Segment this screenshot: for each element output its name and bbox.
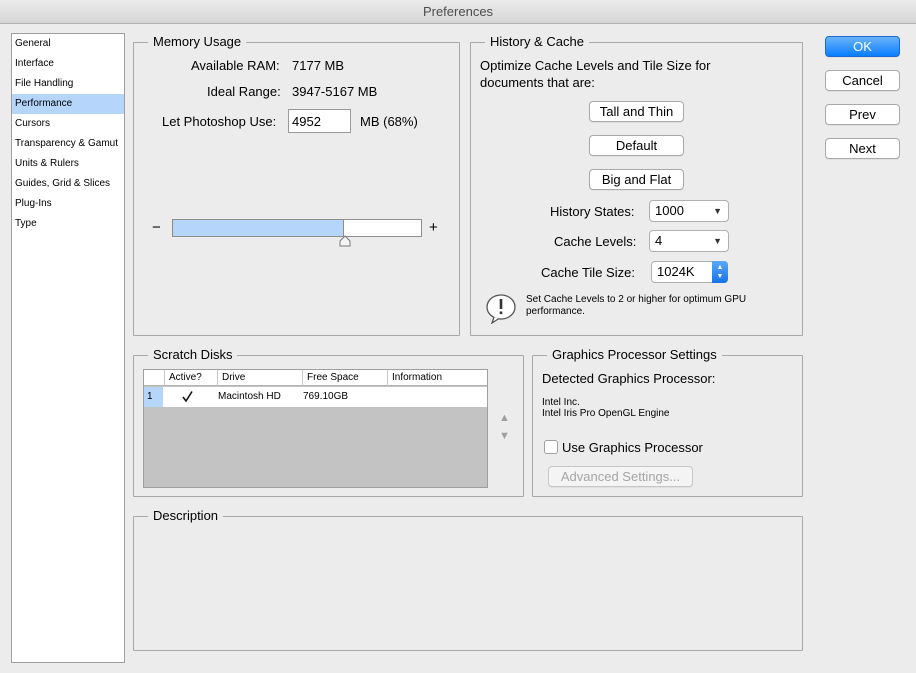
checkmark-icon [182, 391, 193, 403]
sidebar-item-file-handling[interactable]: File Handling [12, 74, 124, 94]
memory-amount-input[interactable] [288, 109, 351, 133]
column-header-drive[interactable]: Drive [217, 370, 302, 386]
minus-icon[interactable]: − [152, 219, 161, 236]
available-ram-label: Available RAM: [191, 58, 280, 73]
gpu-note-line2: performance. [526, 306, 585, 317]
big-and-flat-button[interactable]: Big and Flat [589, 169, 684, 190]
free-space: 769.10GB [303, 391, 349, 402]
gpu-note-line1: Set Cache Levels to 2 or higher for opti… [526, 294, 747, 305]
gpu-renderer: Intel Iris Pro OpenGL Engine [542, 408, 670, 419]
memory-percent-label: MB (68%) [360, 114, 418, 129]
move-up-icon[interactable]: ▲ [499, 412, 510, 424]
description-title: Description [148, 508, 224, 524]
next-button[interactable]: Next [825, 138, 900, 159]
history-cache-title: History & Cache [485, 34, 589, 50]
memory-slider-thumb[interactable] [339, 235, 351, 247]
plus-icon[interactable]: + [429, 219, 438, 236]
use-gpu-checkbox[interactable] [544, 440, 558, 454]
memory-usage-title: Memory Usage [148, 34, 247, 50]
column-header-free-space[interactable]: Free Space [302, 370, 387, 386]
scratch-disks-table[interactable]: Active? Drive Free Space Information 1 M… [143, 369, 488, 488]
history-states-combo[interactable]: 1000 ▼ [649, 200, 729, 222]
table-row[interactable]: 1 Macintosh HD 769.10GB [144, 387, 487, 407]
column-header-active[interactable]: Active? [164, 370, 217, 386]
tall-and-thin-button[interactable]: Tall and Thin [589, 101, 684, 122]
prev-button[interactable]: Prev [825, 104, 900, 125]
active-checkbox[interactable] [181, 390, 194, 403]
window-title: Preferences [422, 4, 494, 19]
ideal-range-value: 3947-5167 MB [292, 84, 378, 99]
gpu-settings-title: Graphics Processor Settings [547, 347, 722, 363]
advanced-settings-button[interactable]: Advanced Settings... [548, 466, 693, 487]
column-header-information[interactable]: Information [387, 370, 472, 386]
scratch-disks-title: Scratch Disks [148, 347, 238, 363]
sidebar-item-performance[interactable]: Performance [12, 94, 124, 114]
chevron-down-icon: ▼ [713, 236, 722, 246]
sidebar-item-guides-grid-slices[interactable]: Guides, Grid & Slices [12, 174, 124, 194]
sidebar-item-units-rulers[interactable]: Units & Rulers [12, 154, 124, 174]
cache-tile-size-select[interactable]: 1024K ▲ ▼ [651, 261, 728, 283]
sidebar-item-general[interactable]: General [12, 34, 124, 54]
cancel-button[interactable]: Cancel [825, 70, 900, 91]
ok-button[interactable]: OK [825, 36, 900, 57]
cache-levels-combo[interactable]: 4 ▼ [649, 230, 729, 252]
use-gpu-label[interactable]: Use Graphics Processor [562, 440, 703, 455]
default-cache-button[interactable]: Default [589, 135, 684, 156]
sidebar-item-transparency-gamut[interactable]: Transparency & Gamut [12, 134, 124, 154]
detected-gpu-label: Detected Graphics Processor: [542, 371, 716, 386]
row-index: 1 [144, 387, 163, 407]
updown-stepper-icon: ▲ ▼ [712, 261, 728, 283]
preferences-sidebar: General Interface File Handling Performa… [11, 33, 125, 663]
optimize-text-line1: Optimize Cache Levels and Tile Size for [480, 58, 711, 73]
history-states-label: History States: [550, 204, 635, 219]
sidebar-item-interface[interactable]: Interface [12, 54, 124, 74]
cache-levels-label: Cache Levels: [554, 234, 637, 249]
drive-name: Macintosh HD [218, 391, 281, 402]
sidebar-item-plug-ins[interactable]: Plug-Ins [12, 194, 124, 214]
history-states-value: 1000 [655, 203, 684, 218]
window-title-bar[interactable]: Preferences [0, 0, 916, 24]
chevron-down-icon: ▼ [713, 206, 722, 216]
sidebar-item-type[interactable]: Type [12, 214, 124, 234]
gpu-vendor: Intel Inc. [542, 397, 580, 408]
memory-slider-fill [173, 220, 345, 236]
cache-tile-size-value: 1024K [657, 264, 695, 279]
exclamation-bubble-icon [486, 294, 516, 324]
cache-levels-value: 4 [655, 233, 663, 248]
table-header: Active? Drive Free Space Information [144, 370, 487, 386]
description-group: Description [133, 508, 803, 651]
memory-slider-track[interactable] [172, 219, 422, 237]
ideal-range-label: Ideal Range: [207, 84, 281, 99]
sidebar-item-cursors[interactable]: Cursors [12, 114, 124, 134]
available-ram-value: 7177 MB [292, 58, 345, 73]
cache-tile-size-label: Cache Tile Size: [541, 265, 635, 280]
let-photoshop-use-label: Let Photoshop Use: [162, 114, 277, 129]
optimize-text-line2: documents that are: [480, 75, 595, 90]
move-down-icon[interactable]: ▼ [499, 430, 510, 442]
